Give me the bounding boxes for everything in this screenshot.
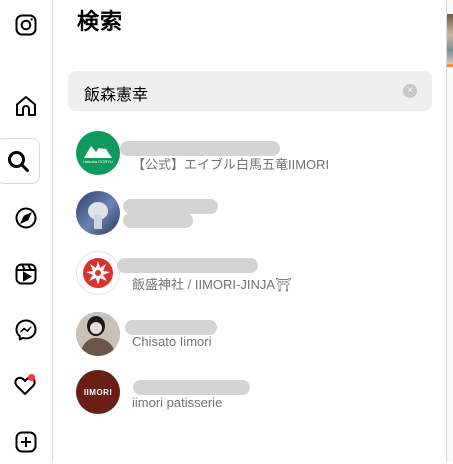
result-subtitle: iimori patisserie bbox=[132, 395, 223, 410]
search-result-item[interactable]: 飯盛神社 / IIMORI-JINJA⛩ bbox=[76, 251, 426, 297]
sidebar-nav bbox=[0, 0, 53, 462]
messenger-icon[interactable] bbox=[0, 308, 52, 352]
avatar-text: IIMORI bbox=[83, 387, 113, 397]
instagram-logo-icon[interactable] bbox=[0, 3, 52, 47]
reels-icon[interactable] bbox=[0, 252, 52, 296]
redacted-username bbox=[125, 320, 217, 335]
avatar bbox=[76, 251, 120, 295]
home-icon[interactable] bbox=[0, 84, 52, 128]
avatar-text: Hakuba GORYU bbox=[83, 159, 113, 164]
explore-icon[interactable] bbox=[0, 196, 52, 240]
result-subtitle: Chisato Iimori bbox=[132, 334, 212, 349]
background-thumbnail-accent bbox=[447, 64, 453, 67]
redacted-fullname bbox=[123, 213, 193, 228]
panel-title: 検索 bbox=[77, 9, 124, 34]
search-result-item[interactable]: Hakuba GORYU 【公式】エイブル白馬五竜IIMORI bbox=[76, 131, 426, 177]
clear-search-icon[interactable]: × bbox=[403, 84, 417, 98]
redacted-username bbox=[117, 258, 258, 273]
result-subtitle: 【公式】エイブル白馬五竜IIMORI bbox=[132, 157, 330, 172]
avatar: Hakuba GORYU bbox=[76, 131, 120, 175]
search-icon[interactable] bbox=[0, 138, 40, 184]
search-result-item[interactable]: IIMORI iimori patisserie bbox=[76, 370, 426, 416]
avatar bbox=[76, 191, 120, 235]
avatar: IIMORI bbox=[76, 370, 120, 414]
search-result-item[interactable] bbox=[76, 191, 426, 237]
search-input-value[interactable]: 飯森憲幸 bbox=[84, 81, 148, 105]
notification-dot bbox=[28, 374, 35, 381]
background-page-edge bbox=[446, 0, 453, 462]
avatar bbox=[76, 312, 120, 356]
notifications-heart-icon[interactable] bbox=[0, 364, 52, 408]
search-input[interactable]: 飯森憲幸 × bbox=[68, 71, 432, 111]
background-thumbnail bbox=[447, 14, 453, 66]
search-result-item[interactable]: Chisato Iimori bbox=[76, 312, 426, 358]
redacted-username bbox=[123, 199, 218, 214]
result-subtitle: 飯盛神社 / IIMORI-JINJA⛩ bbox=[132, 277, 292, 292]
redacted-username bbox=[133, 380, 250, 395]
search-panel: 検索 飯森憲幸 × Hakuba GORYU 【公式】エイブル白馬五竜IIMOR… bbox=[53, 0, 445, 462]
create-icon[interactable] bbox=[0, 420, 52, 464]
